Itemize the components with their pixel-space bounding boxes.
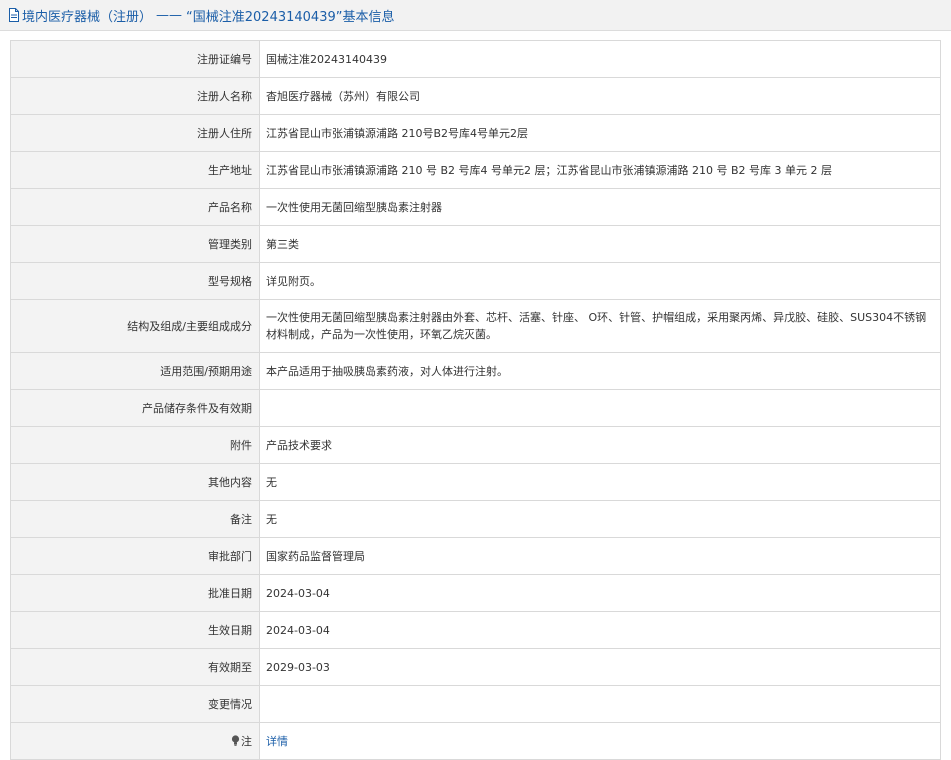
row-value: 国家药品监督管理局	[259, 537, 941, 575]
row-label: 生效日期	[10, 611, 260, 649]
row-label: 型号规格	[10, 262, 260, 300]
row-label: 产品名称	[10, 188, 260, 226]
info-row: 结构及组成/主要组成成分 一次性使用无菌回缩型胰岛素注射器由外套、芯杆、活塞、针座…	[10, 299, 941, 353]
lightbulb-icon	[231, 735, 240, 749]
breadcrumb-separator: ——	[156, 7, 183, 23]
row-label: 注册人名称	[10, 77, 260, 115]
row-value: 无	[259, 463, 941, 501]
breadcrumb-category[interactable]: 境内医疗器械（注册）	[22, 6, 152, 25]
row-value: 一次性使用无菌回缩型胰岛素注射器	[259, 188, 941, 226]
note-row: 注 详情	[10, 722, 941, 760]
row-value: 本产品适用于抽吸胰岛素药液，对人体进行注射。	[259, 352, 941, 390]
row-value: 2024-03-04	[259, 574, 941, 612]
page-header: 境内医疗器械（注册） —— “国械注准20243140439”基本信息	[0, 0, 951, 31]
row-label: 生产地址	[10, 151, 260, 189]
row-label: 适用范围/预期用途	[10, 352, 260, 390]
info-row: 附件 产品技术要求	[10, 426, 941, 464]
row-label: 有效期至	[10, 648, 260, 686]
info-row: 有效期至 2029-03-03	[10, 648, 941, 686]
row-label: 注册证编号	[10, 40, 260, 78]
row-value: 第三类	[259, 225, 941, 263]
row-label: 其他内容	[10, 463, 260, 501]
info-row: 生产地址 江苏省昆山市张浦镇源浦路 210 号 B2 号库4 号单元2 层；江苏省…	[10, 151, 941, 189]
page-title: “国械注准20243140439”基本信息	[186, 9, 395, 25]
info-row: 型号规格 详见附页。	[10, 262, 941, 300]
note-label-cell: 注	[10, 722, 260, 760]
row-label: 批准日期	[10, 574, 260, 612]
info-row: 备注无	[10, 500, 941, 538]
info-row: 注册人名称 杳旭医疗器械（苏州）有限公司	[10, 77, 941, 115]
row-value: 一次性使用无菌回缩型胰岛素注射器由外套、芯杆、活塞、针座、 O环、针管、护帽组成…	[259, 299, 941, 353]
info-row: 注册人住所 江苏省昆山市张浦镇源浦路 210号B2号库4号单元2层	[10, 114, 941, 152]
info-row: 批准日期 2024-03-04	[10, 574, 941, 612]
row-label: 审批部门	[10, 537, 260, 575]
info-row: 管理类别 第三类	[10, 225, 941, 263]
note-label: 注	[241, 735, 252, 748]
row-label: 产品储存条件及有效期	[10, 389, 260, 427]
row-value: 产品技术要求	[259, 426, 941, 464]
row-label: 管理类别	[10, 225, 260, 263]
registration-info-table-wrapper: 注册证编号 国械注准20243140439 注册人名称 杳旭医疗器械（苏州）有限公司注…	[10, 40, 941, 760]
row-value: 江苏省昆山市张浦镇源浦路 210 号 B2 号库4 号单元2 层；江苏省昆山市张…	[259, 151, 941, 189]
info-row: 产品名称 一次性使用无菌回缩型胰岛素注射器	[10, 188, 941, 226]
row-value: 江苏省昆山市张浦镇源浦路 210号B2号库4号单元2层	[259, 114, 941, 152]
info-row: 适用范围/预期用途 本产品适用于抽吸胰岛素药液，对人体进行注射。	[10, 352, 941, 390]
row-label: 注册人住所	[10, 114, 260, 152]
info-row: 审批部门 国家药品监督管理局	[10, 537, 941, 575]
info-row: 其他内容无	[10, 463, 941, 501]
document-icon	[8, 8, 20, 22]
row-value	[259, 685, 941, 723]
row-value: 国械注准20243140439	[259, 40, 941, 78]
row-label: 结构及组成/主要组成成分	[10, 299, 260, 353]
info-row: 生效日期 2024-03-04	[10, 611, 941, 649]
row-label: 备注	[10, 500, 260, 538]
row-label: 附件	[10, 426, 260, 464]
registration-info-table: 注册证编号 国械注准20243140439 注册人名称 杳旭医疗器械（苏州）有限公司注…	[10, 40, 941, 760]
info-row: 注册证编号 国械注准20243140439	[10, 40, 941, 78]
row-value: 杳旭医疗器械（苏州）有限公司	[259, 77, 941, 115]
details-link[interactable]: 详情	[266, 735, 288, 748]
row-value	[259, 389, 941, 427]
info-row: 产品储存条件及有效期	[10, 389, 941, 427]
info-row: 变更情况	[10, 685, 941, 723]
row-value: 详见附页。	[259, 262, 941, 300]
note-value-cell: 详情	[259, 722, 941, 760]
row-value: 2029-03-03	[259, 648, 941, 686]
row-value: 2024-03-04	[259, 611, 941, 649]
row-label: 变更情况	[10, 685, 260, 723]
row-value: 无	[259, 500, 941, 538]
